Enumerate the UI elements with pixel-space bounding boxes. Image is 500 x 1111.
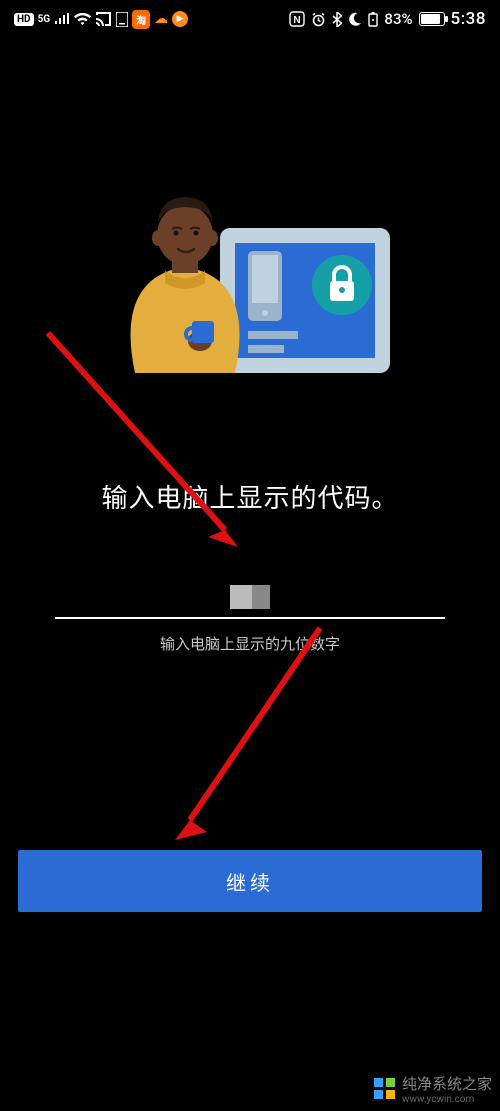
clock: 5:38 (451, 9, 486, 29)
status-right: N 83% 5:38 (289, 9, 486, 29)
battery-saver-icon (368, 12, 378, 27)
continue-button-label: 继续 (226, 867, 274, 896)
taobao-app-icon: 淘 (132, 10, 150, 29)
nfc-icon: N (289, 11, 305, 27)
annotation-arrow-to-button (165, 620, 335, 850)
network-type: 5G (38, 14, 51, 25)
input-underline (55, 617, 445, 619)
page-title: 输入电脑上显示的代码。 (101, 478, 398, 515)
input-hint: 输入电脑上显示的九位数字 (55, 633, 445, 654)
code-input-wrap: 输入电脑上显示的九位数字 (55, 585, 445, 654)
main-content: 输入电脑上显示的代码。 输入电脑上显示的九位数字 (0, 38, 500, 654)
device-icon (116, 12, 128, 27)
cast-icon (95, 12, 112, 26)
wifi-icon (74, 13, 91, 26)
code-input[interactable] (55, 585, 445, 617)
bluetooth-icon (332, 12, 342, 27)
alarm-icon (311, 12, 326, 27)
text-cursor (230, 585, 270, 609)
dnd-moon-icon (348, 12, 362, 26)
battery-percentage: 83% (384, 10, 412, 28)
status-left: HD 5G 淘 ☁ ▶ (14, 10, 188, 29)
signal-icon (54, 13, 70, 25)
watermark-text-block: 纯净系统之家 www.ycwin.com (402, 1073, 492, 1105)
hd-badge: HD (14, 13, 34, 26)
cloud-app-icon: ☁ (154, 11, 168, 27)
play-app-icon: ▶ (172, 11, 188, 27)
svg-text:N: N (294, 15, 301, 26)
watermark-site: www.ycwin.com (402, 1094, 492, 1105)
pairing-illustration (100, 193, 400, 393)
watermark: 纯净系统之家 www.ycwin.com (374, 1073, 492, 1105)
battery-icon (419, 12, 445, 26)
watermark-logo-icon (374, 1078, 396, 1100)
watermark-text: 纯净系统之家 (402, 1073, 492, 1094)
continue-button[interactable]: 继续 (18, 850, 482, 912)
status-bar: HD 5G 淘 ☁ ▶ N 83% (0, 0, 500, 38)
